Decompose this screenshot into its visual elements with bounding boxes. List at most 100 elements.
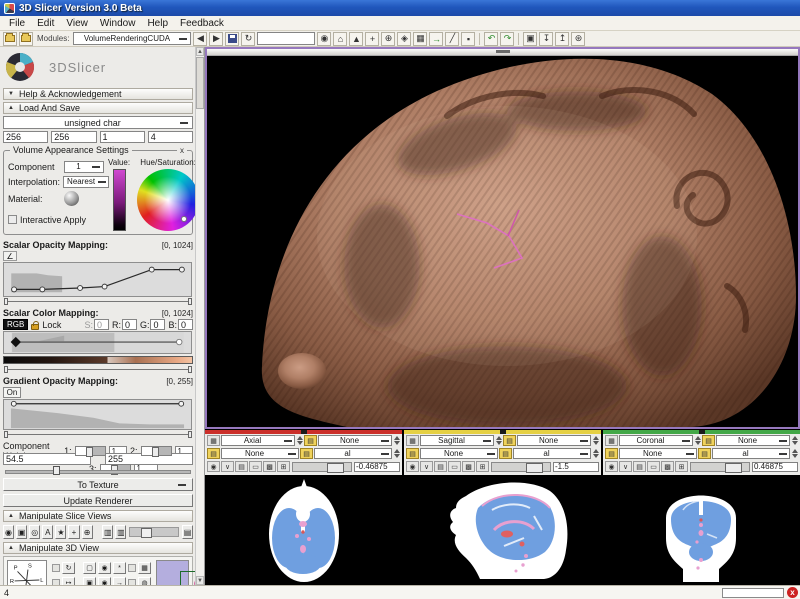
foreground-dropdown[interactable]: None <box>716 435 790 446</box>
world-view-button[interactable]: ⊛ <box>571 32 585 46</box>
collapse-pin[interactable] <box>699 430 705 434</box>
grid-toggle-button[interactable]: ⊞ <box>476 461 489 472</box>
orientation-compass[interactable]: P S L R I A <box>7 560 47 585</box>
scroll-up-icon[interactable]: ▲ <box>196 47 204 56</box>
visibility-button[interactable]: ◉ <box>406 461 419 472</box>
screen-button[interactable]: ▭ <box>448 461 461 472</box>
menu-feedback[interactable]: Feedback <box>174 18 230 29</box>
module-forward-button[interactable]: ▶ <box>209 32 223 46</box>
grid-toggle-button[interactable]: ⊞ <box>675 461 688 472</box>
module-selector[interactable]: VolumeRenderingCUDA <box>73 32 191 45</box>
visibility-button[interactable]: ◉ <box>207 461 220 472</box>
module-back-button[interactable]: ◀ <box>193 32 207 46</box>
foreground-spinner[interactable] <box>592 435 599 446</box>
crosshair-mode-button[interactable]: + <box>68 525 79 539</box>
background-dropdown[interactable]: al <box>712 448 790 459</box>
axial-color-bar[interactable] <box>205 430 402 434</box>
range-high-thumb[interactable] <box>188 431 192 438</box>
section-help-acknowledgement[interactable]: ▼ Help & Acknowledgement <box>3 88 193 100</box>
screen-button[interactable]: ▭ <box>249 461 262 472</box>
layers-button[interactable]: ▤ <box>235 461 248 472</box>
lock-label[interactable]: Lock <box>42 320 61 330</box>
weight-1-slider[interactable] <box>75 446 106 456</box>
coronal-color-bar[interactable] <box>603 430 800 434</box>
ramp-tool-button[interactable]: ∠ <box>3 251 17 261</box>
gradient-opacity-on-button[interactable]: On <box>3 387 21 398</box>
spin-checkbox[interactable] <box>52 564 60 572</box>
orientation-spinner[interactable] <box>694 435 701 446</box>
hue-marker[interactable] <box>181 216 187 222</box>
gradient-opacity-editor[interactable] <box>3 399 192 430</box>
undo-button[interactable]: ↶ <box>484 32 498 46</box>
collapse-pin[interactable] <box>301 430 307 434</box>
grid-toggle-button[interactable]: ⊞ <box>277 461 290 472</box>
error-log-field[interactable] <box>722 588 784 598</box>
value-gradient-bar[interactable] <box>113 169 126 231</box>
scalar-opacity-range-slider[interactable] <box>4 298 192 305</box>
slice-grid-button[interactable]: ▦ <box>605 435 618 446</box>
module-search-input[interactable] <box>257 32 315 45</box>
error-icon[interactable]: x <box>787 587 798 598</box>
fiducial-tool-button[interactable]: ▲ <box>349 32 363 46</box>
datatype-dropdown[interactable]: unsigned char <box>3 116 193 129</box>
crosshair-button[interactable]: ⊕ <box>381 32 395 46</box>
more-options-button[interactable]: ∨ <box>221 461 234 472</box>
screen-grab-button[interactable]: ▦ <box>138 562 151 574</box>
opacity-button[interactable]: ▤ <box>182 525 193 539</box>
slice-offset-slider[interactable] <box>491 462 551 472</box>
foreground-layer-button[interactable]: ▤ <box>702 435 715 446</box>
dimension-y-field[interactable]: 256 <box>51 131 96 143</box>
zoom-tool-button[interactable]: ◉ <box>317 32 331 46</box>
menu-edit[interactable]: Edit <box>31 18 60 29</box>
menu-help[interactable]: Help <box>141 18 174 29</box>
orthographic-checkbox[interactable] <box>128 564 136 572</box>
label-layer-button[interactable]: ▤ <box>605 448 618 459</box>
home-module-button[interactable]: ⌂ <box>333 32 347 46</box>
axis-visibility-button[interactable]: ◉ <box>98 562 111 574</box>
label-dropdown[interactable]: None <box>420 448 498 459</box>
visibility-button[interactable]: ◉ <box>605 461 618 472</box>
capture-view-button[interactable]: ▣ <box>523 32 537 46</box>
threshold-thumb[interactable] <box>53 466 60 475</box>
range-low-thumb[interactable] <box>4 366 8 373</box>
menu-window[interactable]: Window <box>94 18 142 29</box>
box-visibility-button[interactable]: ▢ <box>83 562 96 574</box>
center-view-button[interactable]: ↦ <box>62 577 75 585</box>
orientation-spinner[interactable] <box>296 435 303 446</box>
foreground-dropdown[interactable]: None <box>318 435 392 446</box>
load-scene-button[interactable] <box>3 32 17 46</box>
navigation-zoom-box[interactable] <box>180 571 195 585</box>
navigator-button[interactable]: ⊕ <box>82 525 93 539</box>
transform-button[interactable]: → <box>429 32 443 46</box>
rotate-view-button[interactable]: ↻ <box>62 562 75 574</box>
add-data-button[interactable]: + <box>365 32 379 46</box>
title-bar[interactable]: 3D Slicer Version 3.0 Beta <box>0 0 800 16</box>
slice-offset-slider[interactable] <box>292 462 352 472</box>
layers-button[interactable]: ▤ <box>434 461 447 472</box>
screen-capture-button[interactable]: ▪ <box>461 32 475 46</box>
interpolation-dropdown[interactable]: Nearest <box>63 176 109 188</box>
pin-down-button[interactable]: ↧ <box>539 32 553 46</box>
background-spinner[interactable] <box>791 448 798 459</box>
layout-button[interactable]: ▦ <box>413 32 427 46</box>
orientation-dropdown[interactable]: Sagittal <box>420 435 494 446</box>
colormap-button[interactable]: ▩ <box>661 461 674 472</box>
fg-bg-toggle-button[interactable]: ▥ <box>115 525 126 539</box>
collapse-pin[interactable] <box>500 430 506 434</box>
slice-link-button[interactable]: ◎ <box>29 525 40 539</box>
foreground-spinner[interactable] <box>791 435 798 446</box>
section-manipulate-slice-views[interactable]: ▲ Manipulate Slice Views <box>3 510 193 522</box>
ruler-button[interactable]: ╱ <box>445 32 459 46</box>
section-manipulate-3d-view[interactable]: ▲ Manipulate 3D View <box>3 542 193 554</box>
layers-button[interactable]: ▤ <box>633 461 646 472</box>
component-dropdown[interactable]: 1 <box>64 161 104 173</box>
range-high-thumb[interactable] <box>188 366 192 373</box>
dimension-z-field[interactable]: 1 <box>100 131 145 143</box>
b-field[interactable]: 0 <box>178 319 193 330</box>
axial-slice-view[interactable] <box>205 476 402 585</box>
label-layer-button[interactable]: ▤ <box>207 448 220 459</box>
scalar-color-range-slider[interactable] <box>4 366 192 373</box>
background-spinner[interactable] <box>393 448 400 459</box>
annotation-button[interactable]: A <box>42 525 53 539</box>
pin-up-button[interactable]: ↥ <box>555 32 569 46</box>
